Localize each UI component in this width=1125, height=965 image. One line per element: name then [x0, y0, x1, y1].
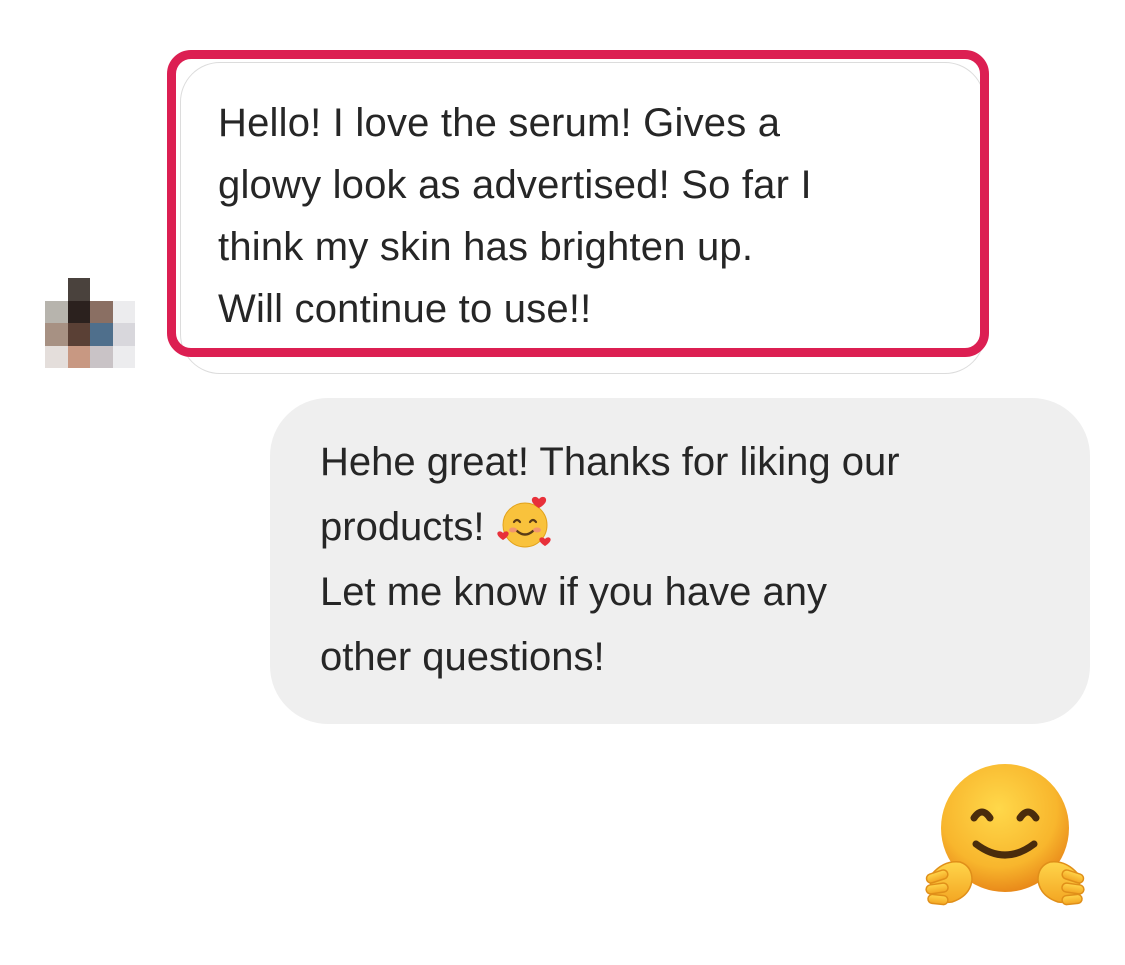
right-hand [1037, 861, 1085, 906]
hugging-face-icon[interactable] [924, 762, 1086, 912]
chat-thread: Hello! I love the serum! Gives a glowy l… [0, 0, 1125, 965]
outgoing-line: Let me know if you have any [320, 570, 827, 614]
outgoing-line: other questions! [320, 635, 605, 679]
incoming-line: think my skin has brighten up. [218, 225, 754, 269]
outgoing-message-text: Hehe great! Thanks for liking our produc… [320, 430, 1060, 690]
incoming-message-text: Hello! I love the serum! Gives a glowy l… [218, 92, 958, 340]
avatar[interactable] [45, 278, 135, 368]
outgoing-message-bubble[interactable]: Hehe great! Thanks for liking our produc… [270, 398, 1090, 724]
incoming-line: glowy look as advertised! So far I [218, 163, 812, 207]
left-hand [925, 861, 973, 906]
incoming-line: Hello! I love the serum! Gives a [218, 101, 781, 145]
incoming-line: Will continue to use!! [218, 287, 592, 331]
outgoing-line-with-emoji: products! [320, 495, 1060, 560]
smiling-face-with-hearts-icon [496, 497, 551, 548]
outgoing-line: Hehe great! Thanks for liking our [320, 440, 900, 484]
outgoing-line: products! [320, 505, 485, 549]
